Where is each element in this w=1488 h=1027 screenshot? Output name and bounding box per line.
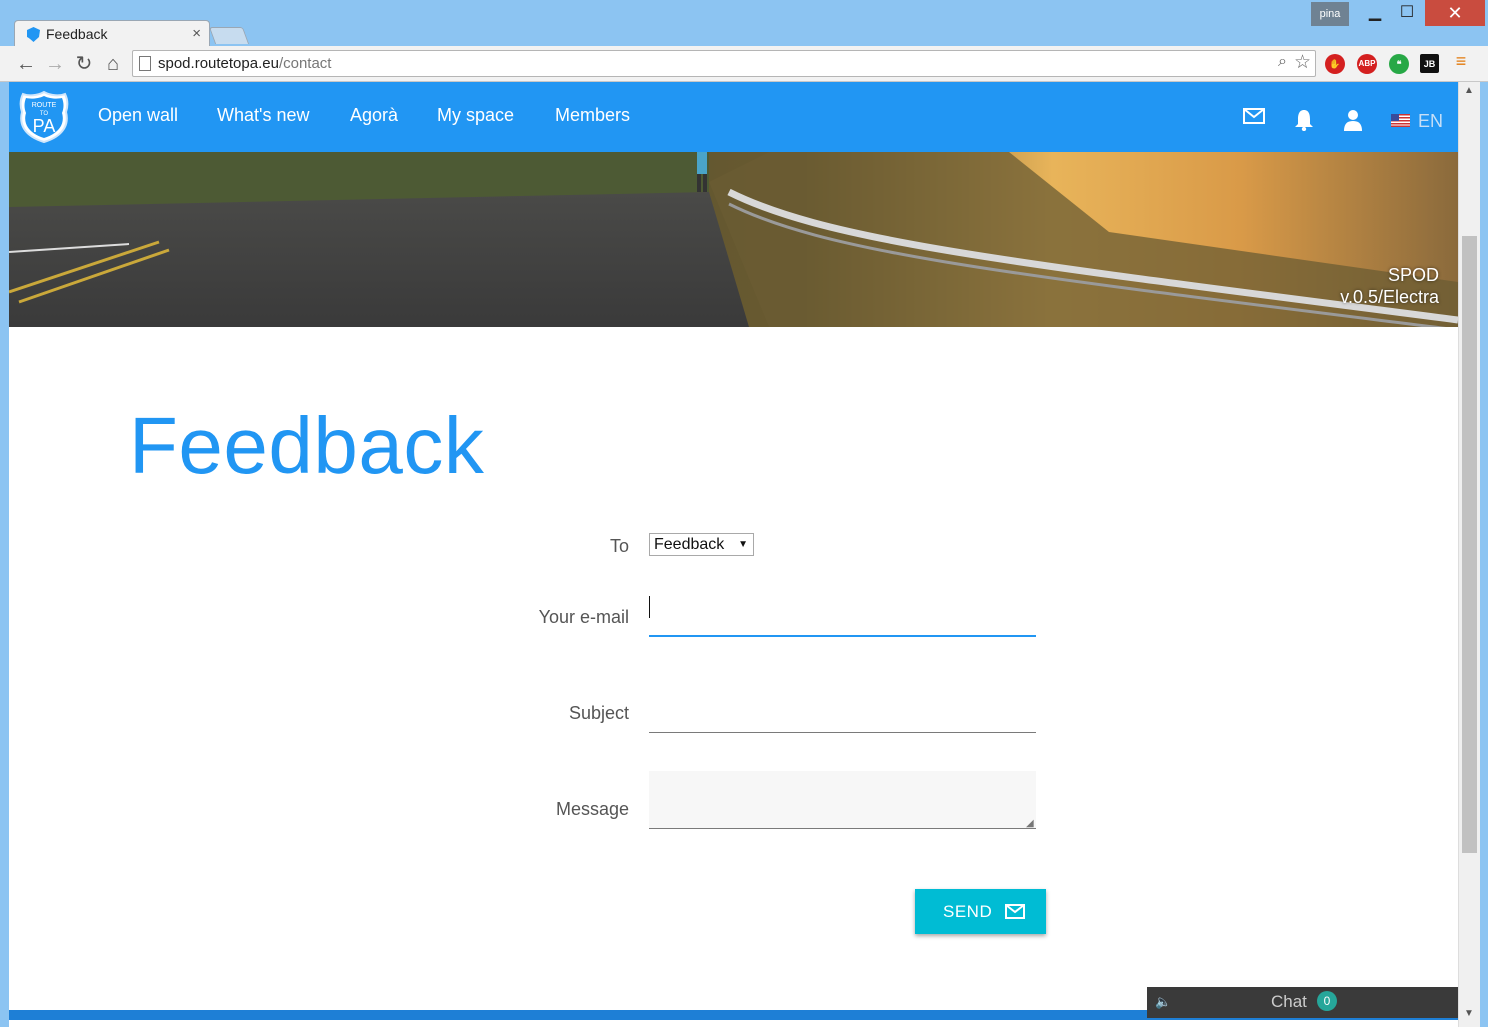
browser-menu-icon[interactable]: ≡: [1453, 52, 1469, 70]
route-to-pa-logo[interactable]: ROUTE TO PA: [18, 90, 70, 144]
logo-text-route: ROUTE: [32, 102, 57, 109]
browser-tab[interactable]: Feedback ×: [14, 20, 210, 48]
subject-label: Subject: [568, 703, 629, 723]
email-field[interactable]: [649, 592, 1036, 637]
nav-whats-new[interactable]: What's new: [217, 105, 309, 126]
hero-banner: SPOD v.0.5/Electra: [9, 152, 1458, 327]
bookmark-star-icon[interactable]: ☆: [1294, 51, 1311, 74]
shield-favicon-icon: [27, 27, 40, 42]
site-navbar: ROUTE TO PA Open wall What's new Agorà M…: [9, 82, 1458, 152]
version-number: v.0.5/Electra: [1340, 287, 1439, 307]
back-arrow-icon[interactable]: ←: [13, 51, 39, 77]
page-scrollbar[interactable]: ▲ ▼: [1458, 82, 1480, 1027]
profile-badge[interactable]: pina: [1311, 2, 1349, 26]
recipient-select-value: Feedback: [654, 536, 725, 553]
browser-titlebar: Feedback × pina ▁ ☐ ✕: [0, 0, 1488, 48]
scroll-thumb[interactable]: [1462, 236, 1477, 853]
new-tab-button[interactable]: [208, 27, 250, 44]
home-icon[interactable]: ⌂: [100, 51, 126, 77]
nav-open-wall[interactable]: Open wall: [98, 105, 178, 126]
version-info: SPOD v.0.5/Electra: [1340, 264, 1439, 308]
page-icon: [139, 56, 151, 71]
message-label: Message: [555, 799, 629, 819]
hero-road-image: [9, 152, 1458, 327]
chat-label: Chat: [1271, 992, 1307, 1011]
us-flag-icon: [1391, 114, 1410, 127]
forward-arrow-icon[interactable]: →: [42, 51, 68, 77]
maximize-icon[interactable]: ☐: [1392, 0, 1422, 26]
select-arrow-icon: ▼: [738, 539, 748, 550]
to-label: To: [609, 536, 629, 556]
subject-field[interactable]: [649, 697, 1036, 733]
email-label: Your e-mail: [538, 607, 629, 627]
bell-icon[interactable]: [1294, 109, 1314, 131]
adblock-extension-icon[interactable]: ABP: [1357, 54, 1377, 74]
resize-grip-icon[interactable]: ◢: [1026, 818, 1034, 829]
window-frame-left: [0, 82, 9, 1027]
nav-agora[interactable]: Agorà: [350, 105, 398, 126]
page-viewport: ROUTE TO PA Open wall What's new Agorà M…: [9, 82, 1458, 1027]
address-bar[interactable]: spod.routetopa.eu/contact ⌕ ☆: [132, 50, 1316, 77]
send-button-label: SEND: [943, 902, 993, 921]
recipient-select[interactable]: Feedback ▼: [649, 533, 754, 556]
scroll-up-icon[interactable]: ▲: [1464, 85, 1474, 96]
extension-quote-icon[interactable]: ❝: [1389, 54, 1409, 74]
close-window-icon[interactable]: ✕: [1425, 0, 1485, 26]
send-button[interactable]: SEND: [915, 889, 1046, 934]
mail-icon[interactable]: [1243, 108, 1265, 124]
speaker-icon[interactable]: 🔈: [1155, 994, 1171, 1010]
reload-icon[interactable]: ↻: [71, 51, 97, 77]
page-title: Feedback: [129, 401, 485, 490]
jetbrains-extension-icon[interactable]: JB: [1420, 54, 1439, 73]
chat-bar[interactable]: 🔈 Chat 0: [1147, 987, 1458, 1018]
user-icon[interactable]: [1344, 109, 1362, 131]
extension-hand-icon[interactable]: ✋: [1325, 54, 1345, 74]
nav-members[interactable]: Members: [555, 105, 630, 126]
browser-toolbar: ← → ↻ ⌂ spod.routetopa.eu/contact ⌕ ☆ ✋ …: [0, 46, 1488, 82]
nav-my-space[interactable]: My space: [437, 105, 514, 126]
zoom-icon[interactable]: ⌕: [1278, 53, 1287, 71]
minimize-icon[interactable]: ▁: [1360, 0, 1390, 26]
tab-title: Feedback: [46, 26, 108, 42]
message-field[interactable]: [649, 771, 1036, 829]
language-selector[interactable]: EN: [1391, 111, 1447, 131]
window-frame-right: [1480, 82, 1488, 1027]
chat-count-badge: 0: [1317, 991, 1337, 1011]
logo-text-pa: PA: [33, 116, 56, 136]
send-mail-icon: [1005, 904, 1025, 919]
scroll-down-icon[interactable]: ▼: [1464, 1008, 1474, 1019]
url-text[interactable]: spod.routetopa.eu/contact: [158, 55, 331, 72]
language-code: EN: [1418, 111, 1444, 131]
tab-close-icon[interactable]: ×: [192, 25, 201, 42]
text-caret: [649, 596, 650, 618]
version-name: SPOD: [1387, 265, 1439, 285]
